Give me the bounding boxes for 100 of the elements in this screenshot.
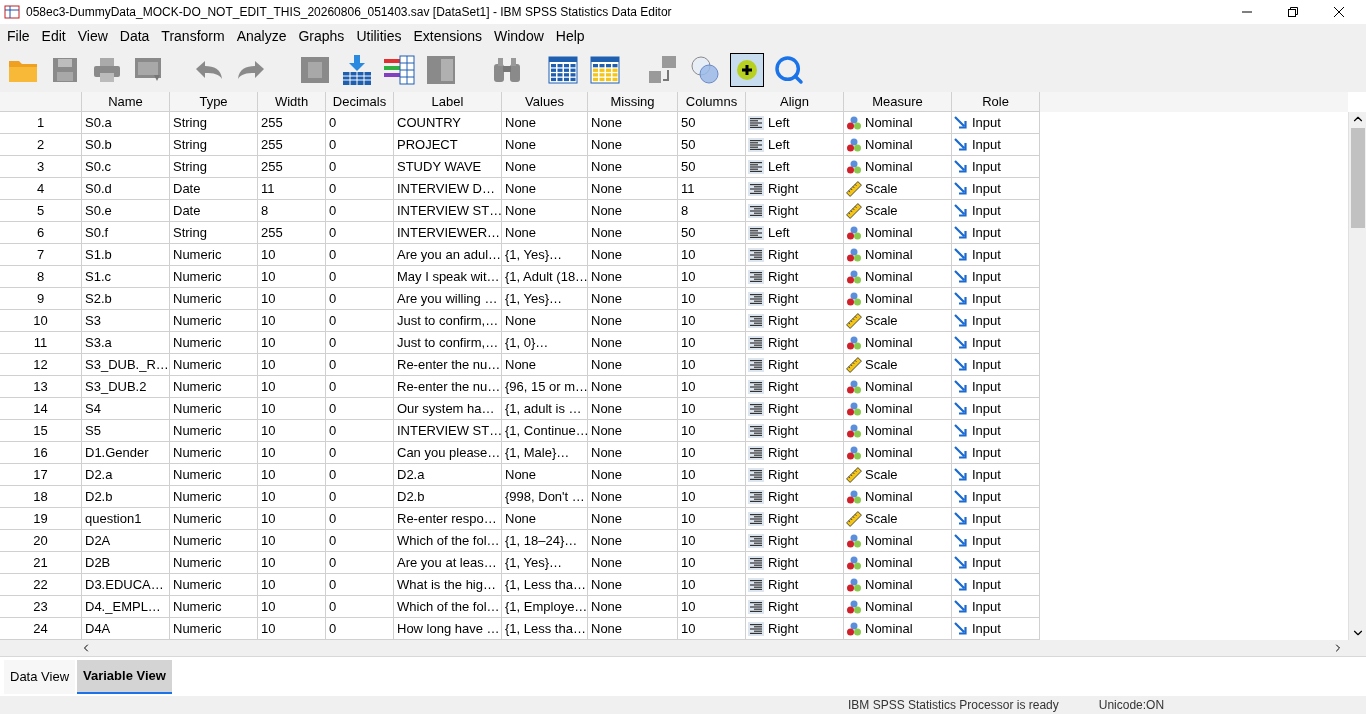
table-cell: 10 bbox=[678, 310, 746, 332]
restore-icon[interactable] bbox=[1288, 7, 1298, 17]
role-value: Input bbox=[972, 289, 1001, 308]
align-value: Right bbox=[768, 421, 799, 440]
table-cell: 0 bbox=[326, 486, 394, 508]
table-cell: 10 bbox=[678, 464, 746, 486]
role-value: Input bbox=[972, 267, 1001, 286]
table-cell: {1, 0}… bbox=[502, 332, 588, 354]
value-labels-icon[interactable] bbox=[588, 53, 622, 87]
table-cell: S0.a bbox=[82, 112, 170, 134]
search-icon[interactable] bbox=[772, 53, 806, 87]
menu-item[interactable]: Window bbox=[488, 25, 550, 47]
column-header[interactable]: Type bbox=[170, 92, 258, 112]
table-cell: Numeric bbox=[170, 332, 258, 354]
menu-item[interactable]: Utilities bbox=[350, 25, 408, 47]
column-header[interactable]: Role bbox=[952, 92, 1040, 112]
overlapping-circles-icon[interactable] bbox=[688, 53, 722, 87]
menu-item[interactable]: File bbox=[1, 25, 36, 47]
table-cell: 10 bbox=[678, 508, 746, 530]
split-table-icon[interactable] bbox=[546, 53, 580, 87]
column-header[interactable]: Width bbox=[258, 92, 326, 112]
table-cell: 0 bbox=[326, 376, 394, 398]
three-balls-icon bbox=[846, 488, 862, 505]
table-cell: Numeric bbox=[170, 552, 258, 574]
download-table-icon[interactable] bbox=[340, 53, 374, 87]
horizontal-scrollbar[interactable] bbox=[0, 640, 1366, 656]
menu-item[interactable]: Edit bbox=[35, 25, 72, 47]
column-header[interactable]: Measure bbox=[844, 92, 952, 112]
scrollbar-thumb[interactable] bbox=[1350, 128, 1365, 228]
table-cell: 10 bbox=[678, 376, 746, 398]
table-cell: 0 bbox=[326, 134, 394, 156]
row-number: 7 bbox=[0, 244, 82, 266]
table-cell: None bbox=[588, 574, 678, 596]
three-balls-icon bbox=[846, 224, 862, 241]
arrow-icon bbox=[954, 336, 967, 349]
table-cell: Can you please… bbox=[394, 442, 502, 464]
add-icon[interactable] bbox=[730, 53, 764, 87]
table-cell: {1, Adult (18… bbox=[502, 266, 588, 288]
row-number: 1 bbox=[0, 112, 82, 134]
measure-value: Nominal bbox=[865, 575, 913, 594]
table-cell: S5 bbox=[82, 420, 170, 442]
table-cell: Numeric bbox=[170, 288, 258, 310]
table-cell: 10 bbox=[678, 354, 746, 376]
menu-item[interactable]: Transform bbox=[155, 25, 231, 47]
three-balls-icon bbox=[846, 422, 862, 439]
row-number: 18 bbox=[0, 486, 82, 508]
table-cell: Are you an adul… bbox=[394, 244, 502, 266]
arrow-icon bbox=[954, 138, 967, 151]
table-cell: 255 bbox=[258, 134, 326, 156]
role-value: Input bbox=[972, 531, 1001, 550]
table-cell: 50 bbox=[678, 156, 746, 178]
table-cell: Numeric bbox=[170, 464, 258, 486]
role-value: Input bbox=[972, 113, 1001, 132]
align-right-icon bbox=[748, 203, 764, 218]
menu-item[interactable]: Graphs bbox=[292, 25, 351, 47]
table-cell: 0 bbox=[326, 574, 394, 596]
measure-value: Nominal bbox=[865, 377, 913, 396]
view-tab[interactable]: Variable View bbox=[77, 660, 172, 694]
table-cell: 10 bbox=[678, 288, 746, 310]
table-cell: None bbox=[588, 112, 678, 134]
align-value: Left bbox=[768, 157, 790, 176]
table-cell: INTERVIEWER… bbox=[394, 222, 502, 244]
table-cell: Numeric bbox=[170, 376, 258, 398]
table-cell: None bbox=[588, 266, 678, 288]
measure-value: Nominal bbox=[865, 245, 913, 264]
row-number: 9 bbox=[0, 288, 82, 310]
column-header[interactable]: Align bbox=[746, 92, 844, 112]
column-header[interactable]: Missing bbox=[588, 92, 678, 112]
column-header[interactable]: Label bbox=[394, 92, 502, 112]
table-cell: 10 bbox=[678, 442, 746, 464]
table-cell: 10 bbox=[678, 552, 746, 574]
menu-item[interactable]: Data bbox=[113, 25, 156, 47]
align-right-icon bbox=[748, 621, 764, 636]
column-header[interactable]: Columns bbox=[678, 92, 746, 112]
column-header[interactable]: Values bbox=[502, 92, 588, 112]
table-cell: 10 bbox=[258, 530, 326, 552]
table-cell: None bbox=[502, 112, 588, 134]
three-balls-icon bbox=[846, 598, 862, 615]
table-cell: Numeric bbox=[170, 266, 258, 288]
close-icon[interactable] bbox=[1334, 7, 1344, 17]
align-right-icon bbox=[748, 577, 764, 592]
table-cell: None bbox=[588, 376, 678, 398]
column-header[interactable]: Decimals bbox=[326, 92, 394, 112]
view-tab[interactable]: Data View bbox=[4, 660, 75, 694]
table-cell: None bbox=[588, 398, 678, 420]
table-cell: D1.Gender bbox=[82, 442, 170, 464]
table-cell: {1, 18–24}… bbox=[502, 530, 588, 552]
menu-item[interactable]: Extensions bbox=[407, 25, 488, 47]
colored-bars-icon[interactable] bbox=[382, 53, 416, 87]
table-cell: 0 bbox=[326, 156, 394, 178]
menu-item[interactable]: Help bbox=[549, 25, 591, 47]
menu-item[interactable]: View bbox=[71, 25, 114, 47]
vertical-scrollbar[interactable] bbox=[1348, 112, 1366, 640]
role-value: Input bbox=[972, 333, 1001, 352]
table-cell: 0 bbox=[326, 178, 394, 200]
menu-item[interactable]: Analyze bbox=[230, 25, 293, 47]
align-right-icon bbox=[748, 313, 764, 328]
measure-value: Nominal bbox=[865, 421, 913, 440]
table-cell: Numeric bbox=[170, 420, 258, 442]
column-header[interactable]: Name bbox=[82, 92, 170, 112]
